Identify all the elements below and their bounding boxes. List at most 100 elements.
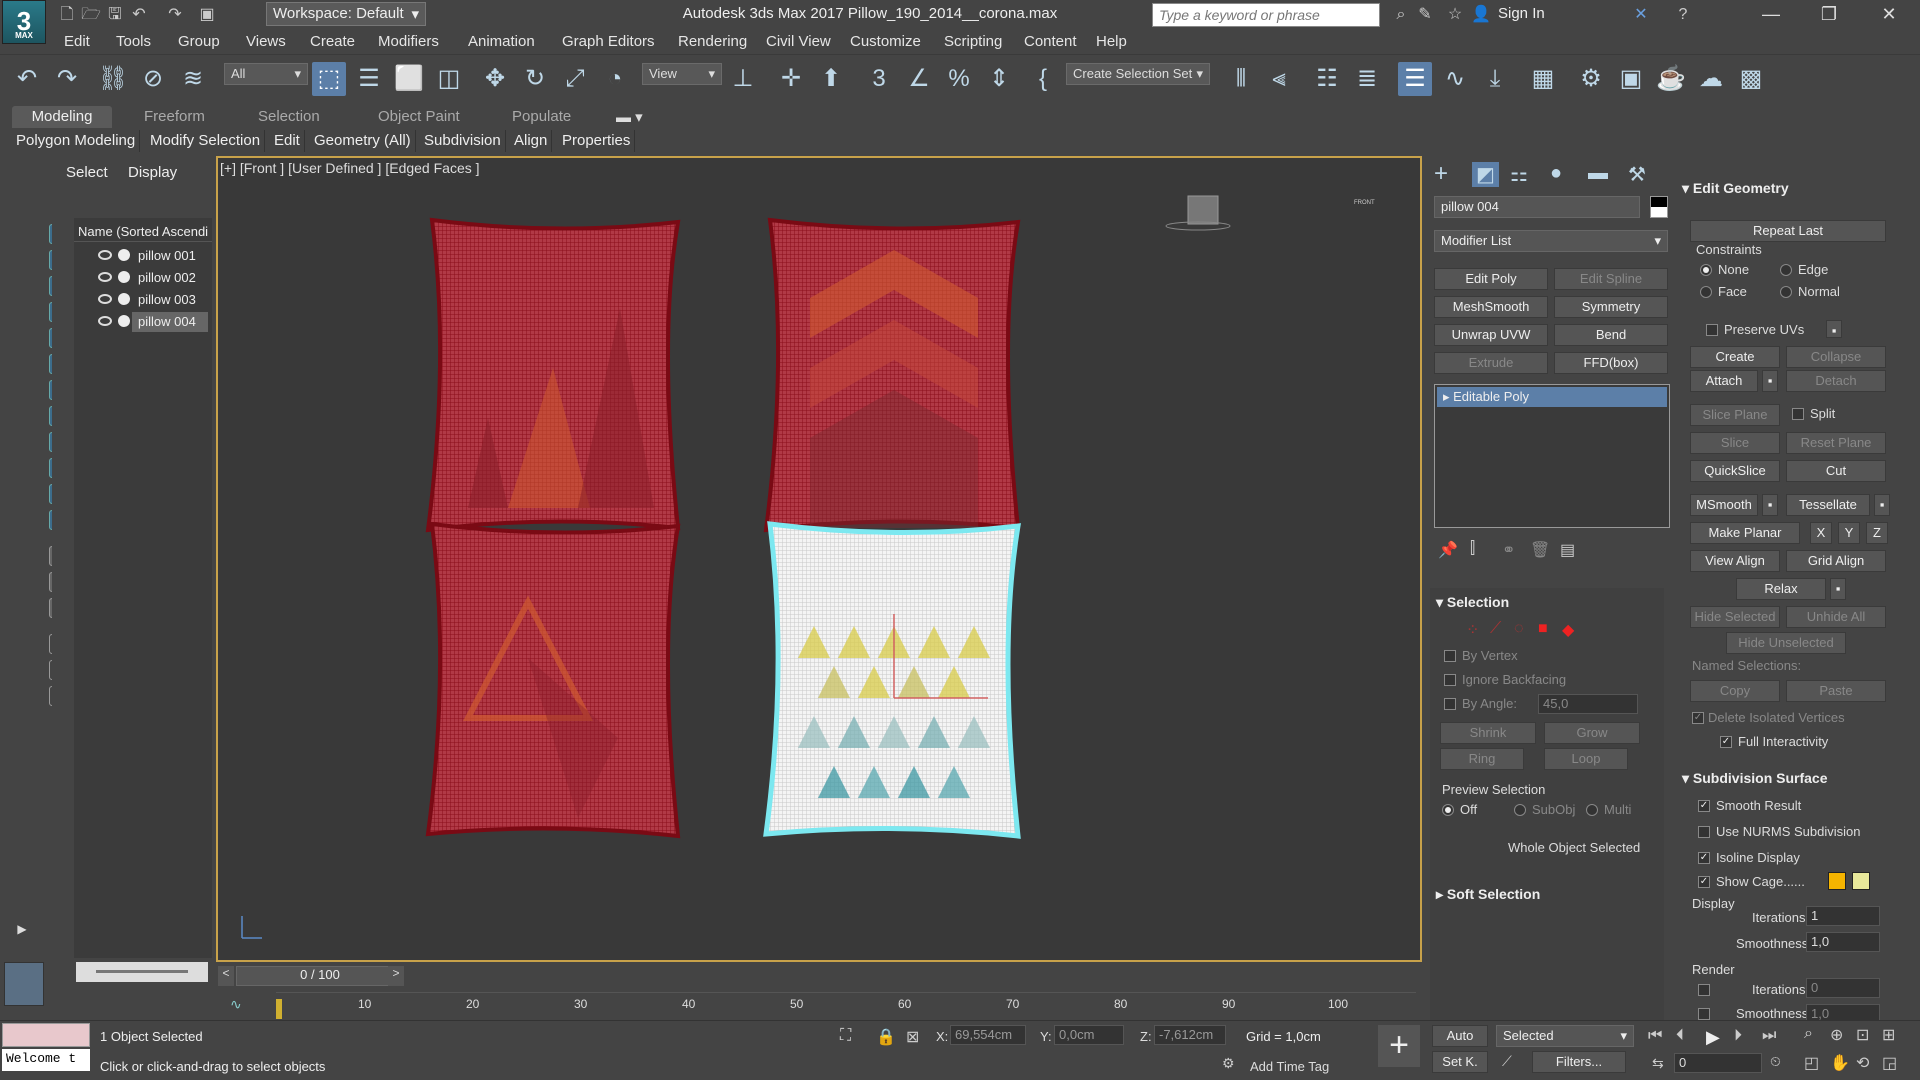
current-frame-field[interactable]: 0 — [1674, 1053, 1762, 1073]
search-input[interactable]: Type a keyword or phrase — [1152, 3, 1380, 27]
track-bar[interactable]: 10 20 30 40 50 60 70 80 90 100 — [276, 992, 1416, 1022]
ribbon-tab-selection[interactable]: Selection — [250, 106, 328, 128]
ribbon-properties[interactable]: Properties — [558, 130, 636, 152]
visibility-eye-icon[interactable] — [98, 272, 112, 282]
copy-button[interactable]: Copy — [1690, 680, 1780, 702]
menu-scripting[interactable]: Scripting — [944, 33, 1002, 50]
open-file-icon[interactable]: 🗁 — [80, 4, 102, 26]
cage-color-swatch-2[interactable] — [1852, 872, 1870, 890]
freeze-dot-icon[interactable] — [118, 293, 130, 305]
add-time-tag-button[interactable]: Add Time Tag — [1250, 1059, 1329, 1074]
freeze-dot-icon[interactable] — [118, 249, 130, 261]
undo-icon[interactable]: ↶ — [10, 62, 44, 96]
menu-tools[interactable]: Tools — [116, 33, 151, 50]
explorer-tab-display[interactable]: Display — [128, 164, 177, 181]
repeat-last-button[interactable]: Repeat Last — [1690, 220, 1886, 242]
edit-named-selection-icon[interactable]: { — [1026, 62, 1060, 96]
selection-rollout-title[interactable]: ▾ Selection — [1436, 594, 1509, 611]
bind-space-warp-icon[interactable]: ≋ — [176, 62, 210, 96]
by-vertex-checkbox[interactable] — [1444, 650, 1456, 662]
delete-isolated-checkbox[interactable]: ✓ — [1692, 712, 1704, 724]
visibility-eye-icon[interactable] — [98, 294, 112, 304]
menu-graph-editors[interactable]: Graph Editors — [562, 33, 655, 50]
zoom-extents-icon[interactable]: ⊡ — [1856, 1025, 1869, 1045]
detach-button[interactable]: Detach — [1786, 370, 1886, 392]
new-file-icon[interactable]: 🗋 — [56, 4, 78, 26]
unhide-all-button[interactable]: Unhide All — [1786, 606, 1886, 628]
explorer-item-pillow-003[interactable]: pillow 003 — [132, 290, 208, 310]
select-by-name-icon[interactable]: ☰ — [352, 62, 386, 96]
by-angle-checkbox[interactable] — [1444, 698, 1456, 710]
hide-unselected-button[interactable]: Hide Unselected — [1726, 632, 1846, 654]
zoom-all-icon[interactable]: ⊕ — [1830, 1025, 1843, 1045]
menu-create[interactable]: Create — [310, 33, 355, 50]
cut-button[interactable]: Cut — [1786, 460, 1886, 482]
tessellate-button[interactable]: Tessellate — [1786, 494, 1870, 516]
msmooth-settings-button[interactable]: ▪ — [1762, 494, 1778, 516]
scene-explorer-icon[interactable]: ☰ — [1398, 62, 1432, 96]
motion-tab-icon[interactable]: ● — [1550, 162, 1562, 185]
visibility-eye-icon[interactable] — [98, 316, 112, 326]
set-key-icon[interactable]: + — [1378, 1025, 1420, 1067]
ribbon-options-icon[interactable]: ▬ ▾ — [608, 106, 651, 128]
shrink-button[interactable]: Shrink — [1440, 722, 1536, 744]
go-to-start-icon[interactable]: ⏮ — [1648, 1027, 1662, 1045]
utilities-tab-icon[interactable]: ⚒ — [1628, 162, 1646, 187]
quickslice-button[interactable]: QuickSlice — [1690, 460, 1780, 482]
modifier-list-dropdown[interactable]: Modifier List ▾ — [1434, 230, 1668, 252]
show-end-result-icon[interactable]: ⫿ — [1470, 540, 1475, 558]
undo-icon[interactable]: ↶ — [128, 4, 150, 26]
layers-icon[interactable]: ≣ — [1350, 62, 1384, 96]
stack-item-editable-poly[interactable]: ▸ Editable Poly — [1437, 387, 1667, 407]
scale-icon[interactable]: ⤢ — [558, 62, 592, 96]
object-name-input[interactable]: pillow 004 — [1434, 196, 1640, 218]
vertex-mode-icon[interactable]: ⁘ — [1466, 620, 1479, 640]
ribbon-subdivision[interactable]: Subdivision — [420, 130, 506, 152]
bend-button[interactable]: Bend — [1554, 324, 1668, 346]
key-mode-toggle-icon[interactable]: ⇆ — [1652, 1055, 1664, 1072]
pivot-center-icon[interactable]: ⊥ — [726, 62, 760, 96]
iterations-spinner[interactable]: 1 — [1806, 906, 1880, 926]
ribbon-polygon-modeling[interactable]: Polygon Modeling — [12, 130, 141, 152]
help-icon[interactable]: ? — [1672, 4, 1694, 26]
tessellate-settings-button[interactable]: ▪ — [1874, 494, 1890, 516]
workspace-dropdown[interactable]: Workspace: Default ▾ — [266, 2, 426, 26]
close-button[interactable]: ✕ — [1866, 0, 1912, 30]
redo-icon[interactable]: ↷ — [50, 62, 84, 96]
constraint-normal-radio[interactable] — [1780, 286, 1792, 298]
full-interactivity-checkbox[interactable]: ✓ — [1720, 736, 1732, 748]
set-key-button[interactable]: Set K. — [1432, 1051, 1488, 1073]
keyboard-shortcut-override-icon[interactable]: ⬆ — [814, 62, 848, 96]
menu-civil-view[interactable]: Civil View — [766, 33, 831, 50]
time-marker[interactable] — [276, 999, 282, 1019]
pillow-001-mesh[interactable] — [425, 217, 681, 533]
ribbon-geometry-all[interactable]: Geometry (All) — [310, 130, 416, 152]
pillow-003-mesh[interactable] — [425, 521, 681, 839]
named-selection-set-dropdown[interactable]: Create Selection Set ▾ — [1066, 63, 1210, 85]
next-frame-button[interactable]: > — [388, 966, 404, 986]
make-planar-button[interactable]: Make Planar — [1690, 522, 1800, 544]
explorer-item-pillow-004[interactable]: pillow 004 — [132, 312, 208, 332]
object-color-swatch[interactable] — [1650, 196, 1668, 218]
create-tab-icon[interactable]: + — [1434, 160, 1448, 188]
preserve-uvs-settings-button[interactable]: ▪ — [1826, 320, 1842, 338]
time-configuration-icon[interactable]: ⏲ — [1770, 1053, 1781, 1070]
viewport-thumbnail[interactable] — [4, 962, 44, 1006]
pillow-002-mesh[interactable] — [763, 217, 1021, 533]
preserve-uvs-checkbox[interactable] — [1706, 324, 1718, 336]
select-object-icon[interactable]: ⬚ — [312, 62, 346, 96]
menu-rendering[interactable]: Rendering — [678, 33, 747, 50]
configure-modifier-sets-icon[interactable]: ▤ — [1560, 540, 1575, 560]
minimize-button[interactable]: — — [1748, 0, 1794, 30]
visibility-eye-icon[interactable] — [98, 250, 112, 260]
constraint-face-radio[interactable] — [1700, 286, 1712, 298]
workspace-layout-icon[interactable]: ▩ — [1734, 62, 1768, 96]
menu-modifiers[interactable]: Modifiers — [378, 33, 439, 50]
star-icon[interactable]: ☆ — [1444, 4, 1466, 26]
smooth-result-checkbox[interactable]: ✓ — [1698, 800, 1710, 812]
split-checkbox[interactable] — [1792, 408, 1804, 420]
pin-stack-icon[interactable]: 📌 — [1438, 540, 1458, 560]
percent-snap-icon[interactable]: % — [942, 62, 976, 96]
redo-icon[interactable]: ↷ — [164, 4, 186, 26]
rectangular-selection-icon[interactable]: ⬜ — [392, 62, 426, 96]
